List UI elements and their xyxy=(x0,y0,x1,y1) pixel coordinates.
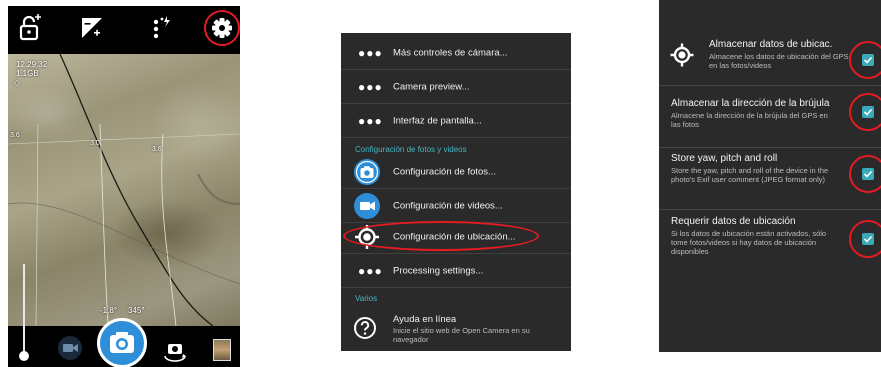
checkbox-highlight-circle xyxy=(849,155,881,193)
checkbox-highlight-circle xyxy=(849,93,881,131)
pref-title: Store yaw, pitch and roll xyxy=(671,153,778,164)
settings-item-label: Más controles de cámara... xyxy=(393,47,508,58)
settings-item-label: Interfaz de pantalla... xyxy=(393,115,482,126)
settings-item-video-settings[interactable]: Configuración de videos... xyxy=(341,189,571,223)
pref-require-location[interactable]: Requerir datos de ubicación Si los datos… xyxy=(659,210,881,272)
gear-highlight-circle xyxy=(204,10,240,46)
checkbox-highlight-circle xyxy=(849,220,881,258)
flash-mode-icon[interactable] xyxy=(148,14,176,42)
help-icon xyxy=(353,316,377,340)
pref-title: Requerir datos de ubicación xyxy=(671,216,796,227)
settings-item-photo-settings[interactable]: Configuración de fotos... xyxy=(341,155,571,189)
help-subtitle: Inicie el sitio web de Open Camera en su… xyxy=(393,326,530,344)
help-title: Ayuda en línea xyxy=(393,314,457,325)
osd-heading: 345° xyxy=(128,306,145,315)
lock-exposure-icon[interactable] xyxy=(16,14,44,42)
section-header-misc: Varios xyxy=(355,294,378,303)
exposure-compensation-icon[interactable] xyxy=(78,14,106,42)
osd-time: 12:29:32 xyxy=(16,60,48,69)
section-header-photo-video: Configuración de fotos y videos xyxy=(355,145,467,154)
settings-item-label: Processing settings... xyxy=(393,265,484,276)
osd-memory: 1.1GB xyxy=(16,69,39,78)
dots-icon: ●●● xyxy=(358,263,383,278)
pref-store-compass[interactable]: Almacenar la dirección de la brújula Alm… xyxy=(659,86,881,148)
camera-top-toolbar xyxy=(8,6,240,52)
location-highlight-circle xyxy=(343,221,539,251)
dots-icon: ●●● xyxy=(358,45,383,60)
camera-icon xyxy=(353,158,381,186)
settings-item-more-controls[interactable]: ●●● Más controles de cámara... xyxy=(341,36,571,70)
shutter-button-icon[interactable] xyxy=(97,318,147,367)
zoom-slider-track[interactable] xyxy=(23,264,25,359)
preview-overlay xyxy=(8,54,240,326)
dots-icon: ●●● xyxy=(358,79,383,94)
settings-item-screen-interface[interactable]: ●●● Interfaz de pantalla... xyxy=(341,104,571,138)
pref-title: Almacenar datos de ubicac. xyxy=(709,39,833,50)
osd-grid-label: 3.0 xyxy=(90,140,100,147)
osd-compass-icon: ◇ xyxy=(14,78,21,87)
pref-desc: Si los datos de ubicación están activado… xyxy=(671,229,827,256)
settings-item-label: Camera preview... xyxy=(393,81,470,92)
settings-screen: ●●● Más controles de cámara... ●●● Camer… xyxy=(341,33,571,351)
video-icon xyxy=(353,192,381,220)
dots-icon: ●●● xyxy=(358,113,383,128)
pref-desc: Almacene los datos de ubicación del GPS … xyxy=(709,52,849,70)
location-settings-screen: Almacenar datos de ubicac. Almacene los … xyxy=(659,0,881,352)
pref-title: Almacenar la dirección de la brújula xyxy=(671,98,830,109)
settings-item-online-help[interactable]: Ayuda en línea Inicie el sitio web de Op… xyxy=(341,308,571,351)
settings-item-label: Configuración de videos... xyxy=(393,200,503,211)
location-icon xyxy=(669,42,695,68)
settings-item-label: Configuración de fotos... xyxy=(393,166,496,177)
osd-angle: -1,8° xyxy=(100,306,117,315)
camera-preview: 12:29:32 1.1GB ◇ 3.6 3.0 3.6 -1,8° 345° xyxy=(8,54,240,326)
pref-store-ypr[interactable]: Store yaw, pitch and roll Store the yaw,… xyxy=(659,148,881,210)
zoom-slider-handle[interactable] xyxy=(19,351,29,361)
pref-store-location[interactable]: Almacenar datos de ubicac. Almacene los … xyxy=(659,33,881,86)
osd-grid-label: 3.6 xyxy=(152,146,162,153)
pref-desc: Store the yaw, pitch and roll of the dev… xyxy=(671,166,829,184)
pref-desc: Almacene la dirección de la brújula del … xyxy=(671,111,828,129)
gallery-thumbnail-icon[interactable] xyxy=(213,339,231,361)
video-mode-icon[interactable] xyxy=(58,336,82,360)
camera-screen: 12:29:32 1.1GB ◇ 3.6 3.0 3.6 -1,8° 345° xyxy=(8,6,240,367)
checkbox-highlight-circle xyxy=(849,41,881,79)
settings-item-camera-preview[interactable]: ●●● Camera preview... xyxy=(341,70,571,104)
osd-grid-label: 3.6 xyxy=(10,132,20,139)
settings-item-processing[interactable]: ●●● Processing settings... xyxy=(341,254,571,288)
switch-camera-icon[interactable] xyxy=(162,338,188,362)
